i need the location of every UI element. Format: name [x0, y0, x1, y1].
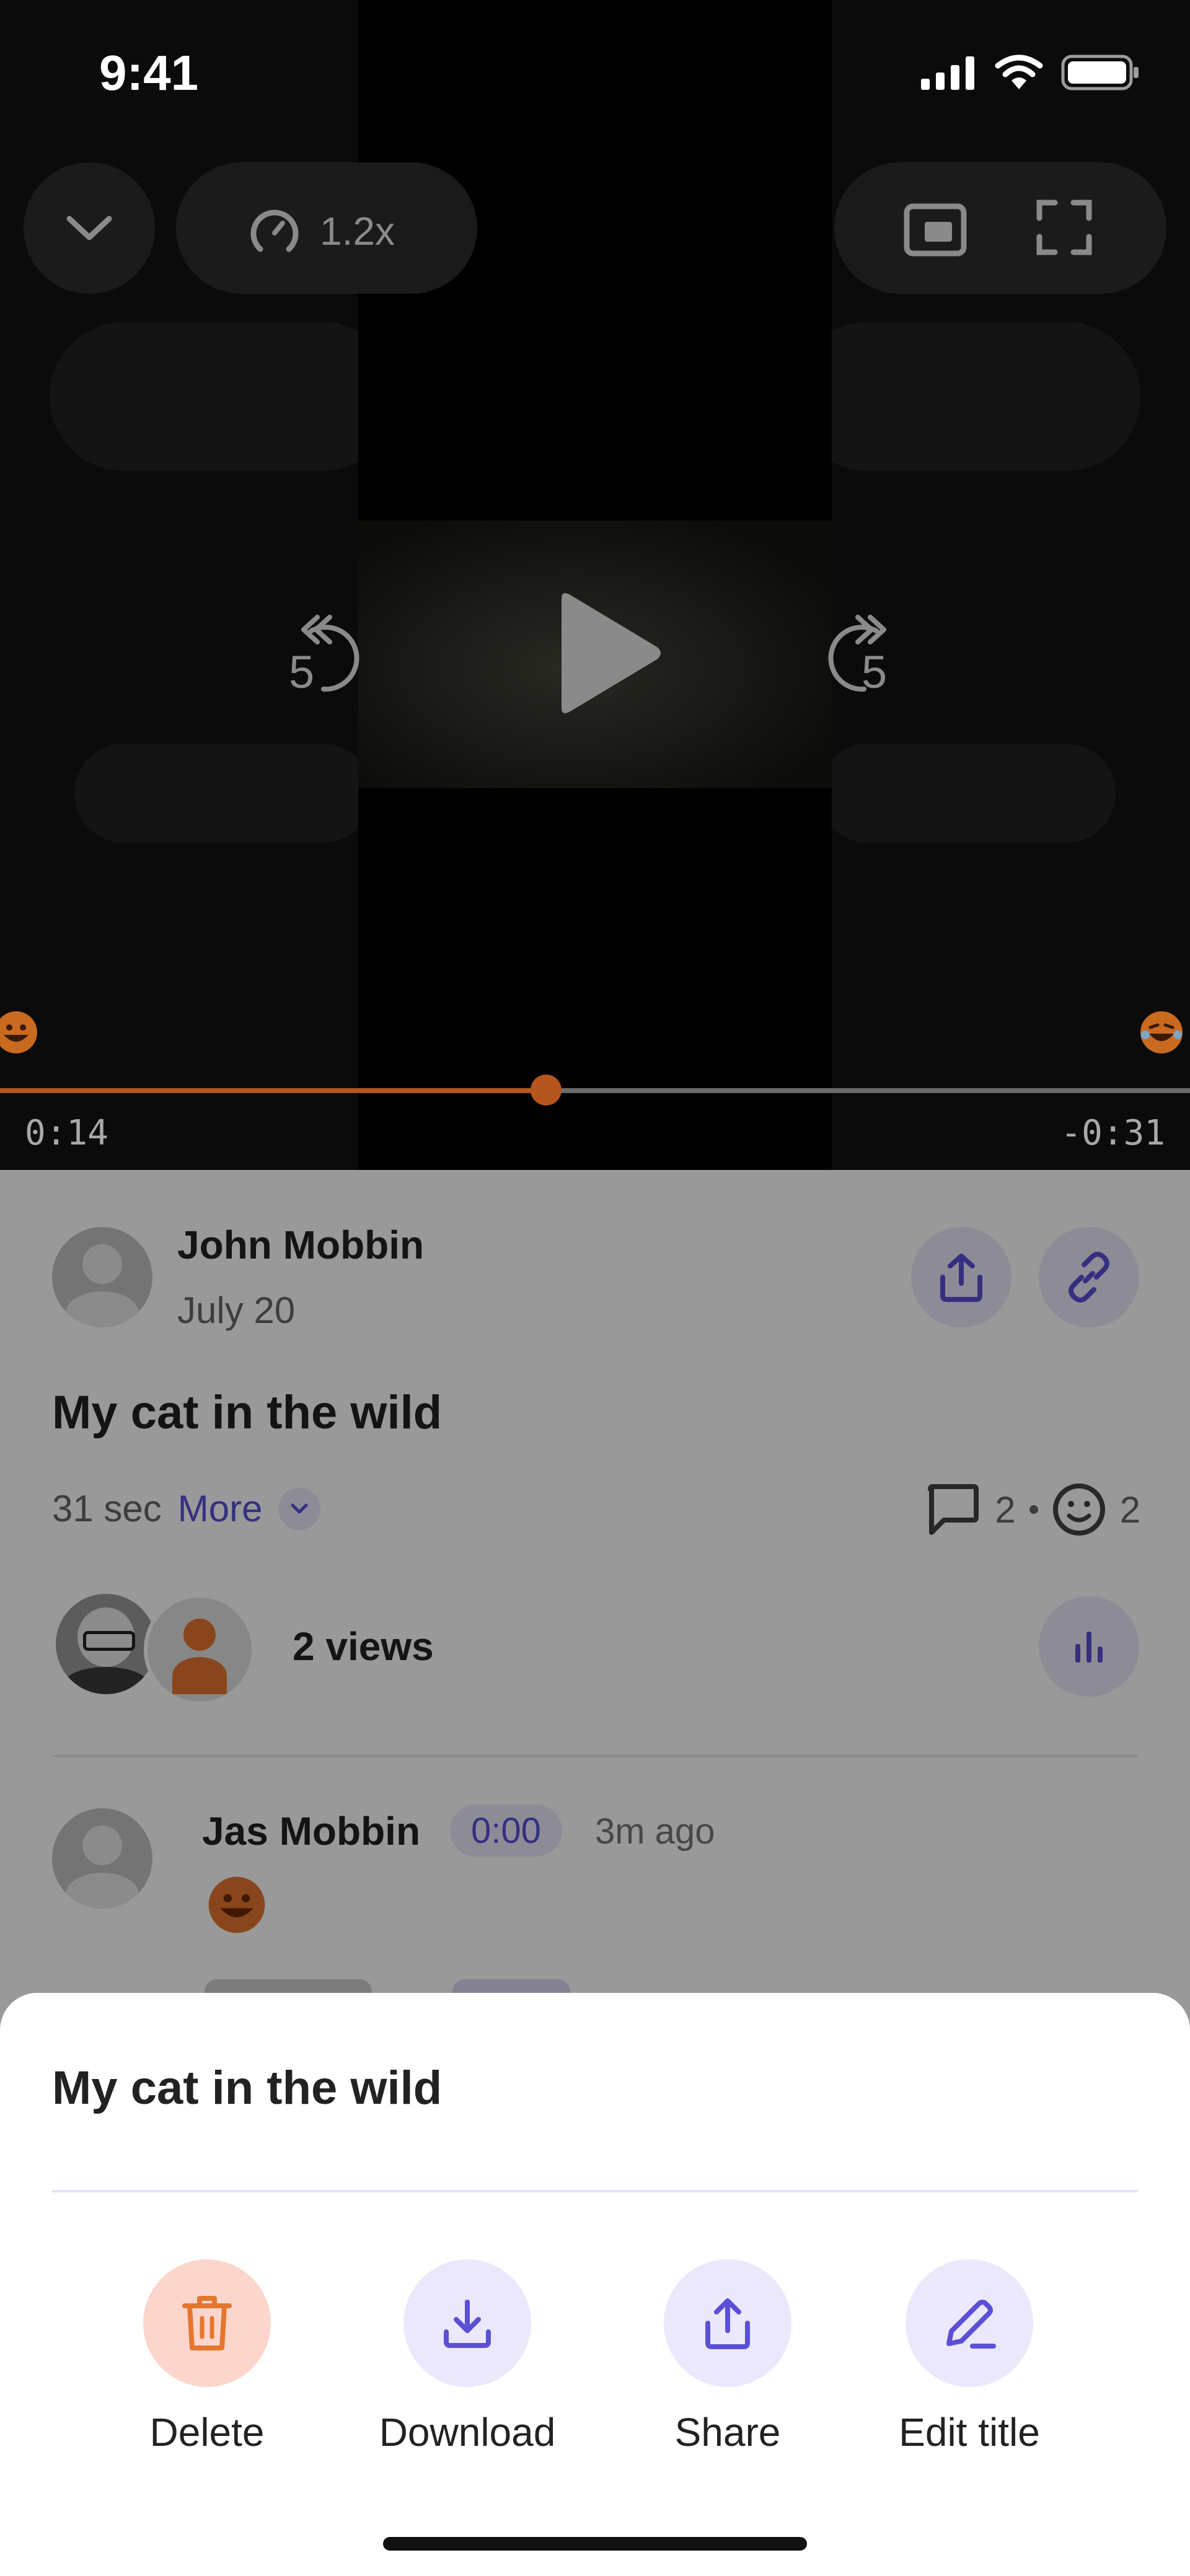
battery-icon [1061, 55, 1139, 90]
download-action[interactable]: Download [337, 2259, 597, 2455]
section-divider [52, 1755, 1138, 1757]
pencil-icon [946, 2300, 996, 2349]
video-title: My cat in the wild [52, 1386, 443, 1439]
engagement-stats[interactable]: 2 2 [925, 1482, 1140, 1537]
speed-display[interactable]: 1.2x [248, 204, 395, 258]
delete-button[interactable] [143, 2259, 271, 2387]
edit-title-action[interactable]: Edit title [839, 2259, 1100, 2455]
progress-scrubber[interactable] [531, 1075, 562, 1106]
view-controls [834, 162, 1166, 294]
status-bar: 9:41 [0, 0, 1190, 143]
blur-shape [74, 744, 372, 843]
share-button[interactable] [911, 1227, 1011, 1327]
analytics-button[interactable] [1039, 1596, 1139, 1697]
viewer-avatar [144, 1594, 255, 1705]
video-date: July 20 [177, 1290, 296, 1331]
download-icon [444, 2300, 491, 2348]
play-button[interactable] [553, 590, 664, 719]
wifi-icon [995, 55, 1043, 89]
separator-dot [1029, 1505, 1038, 1514]
progress-fill [0, 1088, 547, 1093]
sheet-divider [52, 2190, 1138, 2192]
commenter-avatar[interactable] [52, 1808, 152, 1909]
blur-shape [818, 744, 1116, 843]
download-label: Download [379, 2410, 556, 2455]
forward-5-icon [828, 615, 886, 692]
fullscreen-icon [1036, 200, 1092, 255]
chevron-down-icon [66, 216, 112, 240]
remaining-time: -0:31 [1060, 1113, 1165, 1153]
elapsed-time: 0:14 [25, 1113, 108, 1153]
copy-link-button[interactable] [1039, 1227, 1139, 1327]
views-count[interactable]: 2 views [293, 1624, 434, 1669]
viewer-avatar-photo [56, 1594, 156, 1694]
video-duration: 31 sec [52, 1488, 162, 1529]
video-meta: 31 sec More [52, 1487, 321, 1530]
minimize-button[interactable] [24, 162, 155, 294]
forward-button[interactable]: 5 [817, 612, 901, 698]
author-avatar[interactable] [52, 1227, 152, 1327]
share-label: Share [674, 2410, 781, 2455]
trash-icon [182, 2296, 232, 2350]
reaction-count: 2 [1119, 1488, 1140, 1531]
commenter-name[interactable]: Jas Mobbin [202, 1808, 420, 1854]
edit-title-button[interactable] [906, 2259, 1033, 2387]
share-icon [705, 2298, 750, 2349]
link-icon [1069, 1252, 1109, 1303]
share-sheet-button[interactable] [664, 2259, 791, 2387]
more-link[interactable]: More [178, 1487, 263, 1530]
rewind-seconds: 5 [289, 646, 315, 698]
share-action[interactable]: Share [597, 2259, 858, 2455]
grinning-emoji-icon [208, 1876, 265, 1933]
forward-seconds: 5 [862, 646, 888, 698]
comment-icon [928, 1484, 979, 1535]
status-time: 9:41 [99, 45, 199, 100]
speedometer-icon [250, 209, 299, 252]
sheet-title: My cat in the wild [52, 2062, 443, 2114]
laughing-emoji-icon [1140, 1011, 1183, 1053]
edit-title-label: Edit title [899, 2410, 1040, 2455]
signal-icon [921, 56, 974, 90]
playback-speed: 1.2x [320, 209, 395, 253]
share-icon [940, 1254, 982, 1302]
comment-count: 2 [995, 1488, 1016, 1531]
home-indicator[interactable] [383, 2537, 807, 2551]
fullscreen-button[interactable] [1036, 200, 1092, 258]
author-name[interactable]: John Mobbin [177, 1222, 424, 1268]
bar-chart-icon [1075, 1632, 1103, 1663]
comment-age: 3m ago [595, 1811, 715, 1852]
picture-in-picture-icon [904, 203, 967, 257]
chevron-down-icon [291, 1503, 308, 1513]
grinning-emoji-icon [0, 1011, 37, 1053]
smiley-icon [1052, 1484, 1105, 1536]
blur-shape [50, 322, 397, 471]
delete-label: Delete [149, 2410, 265, 2455]
delete-action[interactable]: Delete [77, 2259, 337, 2455]
download-button[interactable] [403, 2259, 531, 2387]
more-toggle[interactable] [278, 1487, 321, 1530]
blur-shape [793, 322, 1140, 471]
pip-button[interactable] [904, 203, 967, 260]
play-icon [562, 593, 661, 713]
comment-timestamp[interactable]: 0:00 [450, 1805, 562, 1857]
rewind-button[interactable]: 5 [286, 612, 371, 698]
